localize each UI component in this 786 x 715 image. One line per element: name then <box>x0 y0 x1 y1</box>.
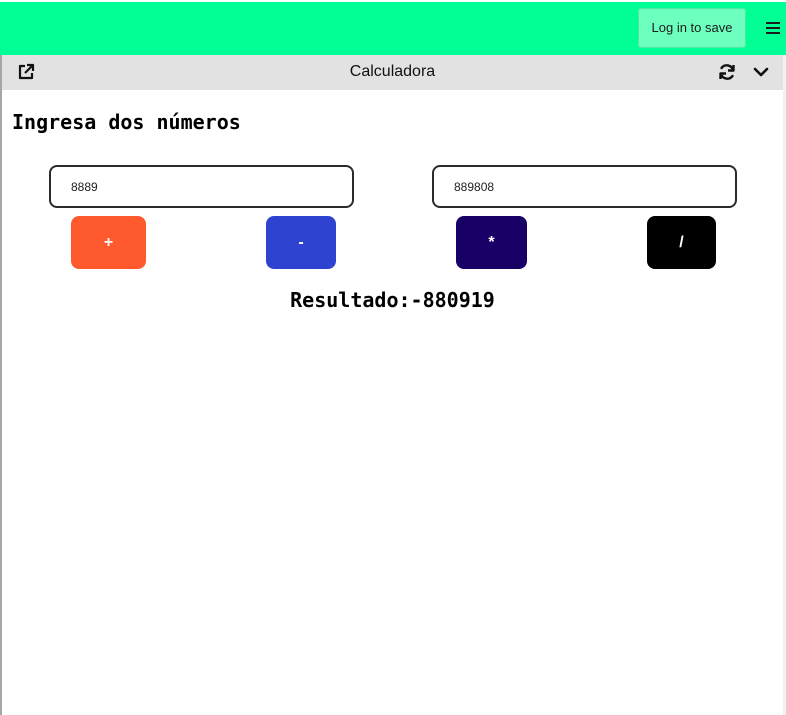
login-button[interactable]: Log in to save <box>638 8 746 48</box>
top-bar: Log in to save <box>0 2 786 55</box>
calculator-app: Ingresa dos números + - * / Resultado:-8… <box>2 90 783 715</box>
second-number-input[interactable] <box>432 165 737 208</box>
chevron-down-icon[interactable] <box>751 62 771 82</box>
page-title: Ingresa dos números <box>12 110 241 134</box>
multiply-button[interactable]: * <box>456 216 527 269</box>
panel-title: Calculadora <box>349 63 436 80</box>
first-number-input[interactable] <box>49 165 354 208</box>
result-text: Resultado:-880919 <box>290 288 495 312</box>
hamburger-menu-icon[interactable] <box>765 20 781 36</box>
divide-button[interactable]: / <box>647 216 716 269</box>
subtract-button[interactable]: - <box>266 216 336 269</box>
app-page: Log in to save Calculadora Ingresa dos n… <box>0 0 786 715</box>
refresh-icon[interactable] <box>717 62 737 82</box>
add-button[interactable]: + <box>71 216 146 269</box>
panel-header: Calculadora <box>2 55 783 90</box>
